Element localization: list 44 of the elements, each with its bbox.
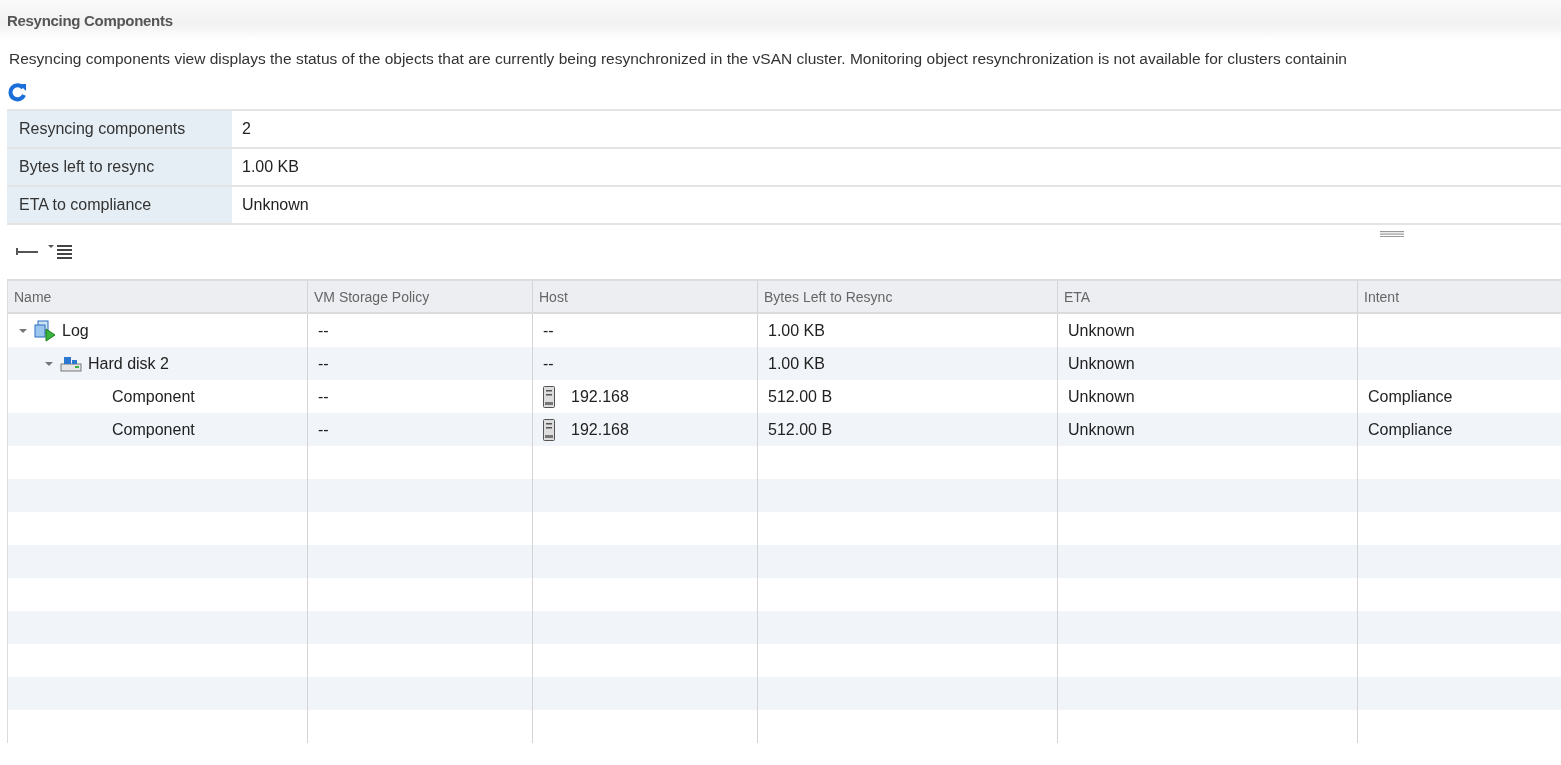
summary-label: ETA to compliance bbox=[7, 187, 232, 223]
table-cell: 512.00 B bbox=[768, 387, 833, 406]
column-header[interactable]: Host bbox=[533, 281, 758, 312]
collapse-all-icon[interactable] bbox=[16, 248, 38, 256]
summary-label: Bytes left to resync bbox=[7, 149, 232, 185]
table-cell: 512.00 B bbox=[768, 420, 833, 439]
summary-value: 2 bbox=[241, 119, 251, 139]
table-cell: Unknown bbox=[1068, 387, 1135, 406]
summary-label: Resyncing components bbox=[7, 111, 232, 147]
table-cell: 192.168 bbox=[571, 387, 629, 406]
column-header[interactable]: Bytes Left to Resync bbox=[758, 281, 1058, 312]
column-header[interactable]: Name bbox=[8, 281, 308, 312]
table-cell: 192.168 bbox=[571, 420, 629, 439]
column-header[interactable]: VM Storage Policy bbox=[308, 281, 533, 312]
column-header[interactable]: ETA bbox=[1058, 281, 1358, 312]
panel-title: Resyncing Components bbox=[7, 11, 173, 29]
disk-icon bbox=[60, 355, 82, 372]
summary-value: Unknown bbox=[241, 195, 309, 215]
server-icon bbox=[543, 418, 555, 441]
table-cell: Compliance bbox=[1368, 420, 1453, 439]
server-icon bbox=[543, 385, 555, 408]
column-header[interactable]: Intent bbox=[1358, 281, 1561, 312]
table-cell: 1.00 KB bbox=[768, 354, 825, 373]
resize-grip-icon[interactable] bbox=[1380, 231, 1404, 237]
description-text: Resyncing components view displays the status of the objects that are currently being resynchronized in the vSAN cluster. Monitoring object resynchronization is not available for clusters containin bbox=[9, 50, 1348, 68]
table-cell: -- bbox=[318, 354, 329, 373]
table-cell: -- bbox=[318, 387, 329, 406]
table-cell: -- bbox=[318, 321, 329, 340]
virtual-machine-icon bbox=[34, 319, 56, 342]
table-cell: Unknown bbox=[1068, 354, 1135, 373]
table-cell: -- bbox=[318, 420, 329, 439]
tree-item-label[interactable]: Component bbox=[112, 420, 195, 439]
tree-item-label[interactable]: Log bbox=[62, 321, 89, 340]
table-cell: Compliance bbox=[1368, 387, 1453, 406]
expand-list-icon[interactable] bbox=[48, 243, 72, 261]
table-cell: 1.00 KB bbox=[768, 321, 825, 340]
summary-value: 1.00 KB bbox=[241, 157, 299, 177]
tree-item-label[interactable]: Component bbox=[112, 387, 195, 406]
table-cell: -- bbox=[543, 354, 554, 373]
table-cell: Unknown bbox=[1068, 420, 1135, 439]
refresh-icon[interactable] bbox=[8, 82, 28, 102]
tree-item-label[interactable]: Hard disk 2 bbox=[88, 354, 169, 373]
table-cell: Unknown bbox=[1068, 321, 1135, 340]
table-cell: -- bbox=[543, 321, 554, 340]
